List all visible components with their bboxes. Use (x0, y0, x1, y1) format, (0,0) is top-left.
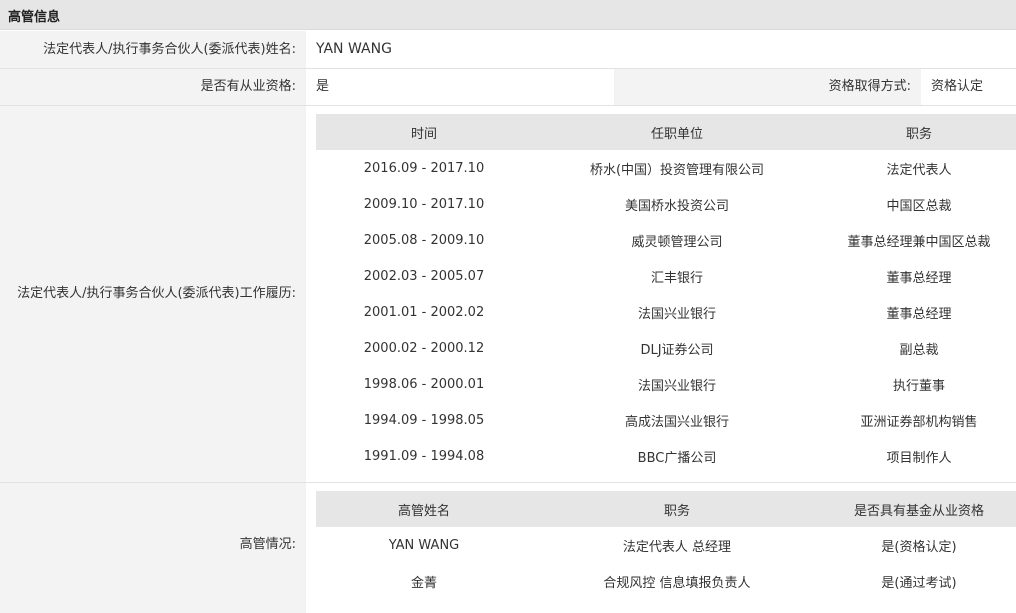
header-time: 时间 (316, 114, 532, 150)
cell-time: 1994.09 - 1998.05 (363, 412, 485, 428)
cell-time: 2016.09 - 2017.10 (363, 160, 485, 176)
cell-employer: BBC广播公司 (637, 450, 717, 466)
qualification-label: 是否有从业资格: (0, 69, 306, 105)
cell-time: 2002.03 - 2005.07 (363, 268, 485, 284)
work-history-row: 法定代表人/执行事务合伙人(委派代表)工作履历: 时间 任职单位 职务 2016… (0, 106, 1016, 483)
cell-exec-name: 金菁 (410, 575, 437, 591)
cell-position: 项目制作人 (886, 450, 952, 466)
cell-employer: 威灵顿管理公司 (631, 234, 723, 250)
cell-time: 1991.09 - 1994.08 (363, 448, 485, 464)
work-history-label-text: 法定代表人/执行事务合伙人(委派代表)工作履历: (17, 286, 296, 301)
cell-time: 2000.02 - 2000.12 (363, 340, 485, 356)
cell-exec-position: 法定代表人 总经理 (622, 539, 732, 555)
rep-name-label: 法定代表人/执行事务合伙人(委派代表)姓名: (0, 31, 306, 68)
table-row: 金菁 合规风控 信息填报负责人 是(通过考试) (316, 563, 1016, 599)
table-row: 2001.01 - 2002.02 法国兴业银行 董事总经理 (316, 294, 1016, 330)
cell-position: 亚洲证券部机构销售 (860, 414, 978, 430)
qualification-method-label: 资格取得方式: (614, 69, 921, 105)
table-row: 1998.06 - 2000.01 法国兴业银行 执行董事 (316, 366, 1016, 402)
qualification-value: 是 (316, 79, 330, 94)
cell-employer: 高成法国兴业银行 (624, 414, 729, 430)
cell-position: 法定代表人 (886, 162, 952, 178)
header-exec-name: 高管姓名 (316, 491, 532, 527)
section-title: 高管信息 (8, 10, 61, 25)
cell-employer: 美国桥水投资公司 (624, 198, 729, 214)
header-exec-position: 职务 (532, 491, 822, 527)
cell-position: 董事总经理 (886, 306, 952, 322)
cell-exec-position: 合规风控 信息填报负责人 (603, 575, 751, 591)
table-row: 2002.03 - 2005.07 汇丰银行 董事总经理 (316, 258, 1016, 294)
cell-time: 2005.08 - 2009.10 (363, 232, 485, 248)
executives-label: 高管情况: (0, 483, 306, 613)
cell-position: 中国区总裁 (886, 198, 952, 214)
rep-name-row: 法定代表人/执行事务合伙人(委派代表)姓名: YAN WANG (0, 31, 1016, 69)
table-row: 2009.10 - 2017.10 美国桥水投资公司 中国区总裁 (316, 186, 1016, 222)
cell-exec-name: YAN WANG (388, 537, 460, 553)
table-row: 2016.09 - 2017.10 桥水(中国）投资管理有限公司 法定代表人 (316, 150, 1016, 186)
cell-position: 董事总经理兼中国区总裁 (847, 234, 991, 250)
qualification-row: 是否有从业资格: 是 资格取得方式: 资格认定 (0, 69, 1016, 106)
header-position: 职务 (822, 114, 1016, 150)
table-row: 2000.02 - 2000.12 DLJ证券公司 副总裁 (316, 330, 1016, 366)
cell-employer: 桥水(中国）投资管理有限公司 (589, 162, 765, 178)
cell-time: 2001.01 - 2002.02 (363, 304, 485, 320)
executives-table: 高管姓名 职务 是否具有基金从业资格 YAN WANG 法定代表人 总经理 是(资格… (316, 491, 1016, 599)
work-history-label: 法定代表人/执行事务合伙人(委派代表)工作履历: (0, 106, 306, 482)
cell-position: 董事总经理 (886, 270, 952, 286)
cell-employer: 法国兴业银行 (637, 378, 716, 394)
cell-exec-qualification: 是(通过考试) (881, 575, 957, 591)
table-row: 1991.09 - 1994.08 BBC广播公司 项目制作人 (316, 438, 1016, 474)
executives-row: 高管情况: 高管姓名 职务 是否具有基金从业资格 YAN WANG 法定代表人 总… (0, 483, 1016, 613)
section-header: 高管信息 (0, 0, 1016, 30)
executives-header-row: 高管姓名 职务 是否具有基金从业资格 (316, 491, 1016, 527)
cell-time: 1998.06 - 2000.01 (363, 376, 485, 392)
work-history-table: 时间 任职单位 职务 2016.09 - 2017.10 桥水(中国）投资管理有限… (316, 114, 1016, 474)
cell-position: 执行董事 (892, 378, 945, 394)
rep-name-value: YAN WANG (316, 41, 392, 57)
cell-time: 2009.10 - 2017.10 (363, 196, 485, 212)
cell-exec-qualification: 是(资格认定) (881, 539, 957, 555)
header-exec-qualification: 是否具有基金从业资格 (822, 491, 1016, 527)
work-history-header-row: 时间 任职单位 职务 (316, 114, 1016, 150)
table-row: 2005.08 - 2009.10 威灵顿管理公司 董事总经理兼中国区总裁 (316, 222, 1016, 258)
table-row: 1994.09 - 1998.05 高成法国兴业银行 亚洲证券部机构销售 (316, 402, 1016, 438)
table-row: YAN WANG 法定代表人 总经理 是(资格认定) (316, 527, 1016, 563)
header-employer: 任职单位 (532, 114, 822, 150)
qualification-method-value: 资格认定 (931, 79, 984, 94)
cell-position: 副总裁 (899, 342, 939, 358)
cell-employer: DLJ证券公司 (640, 342, 714, 358)
cell-employer: 法国兴业银行 (637, 306, 716, 322)
cell-employer: 汇丰银行 (650, 270, 703, 286)
